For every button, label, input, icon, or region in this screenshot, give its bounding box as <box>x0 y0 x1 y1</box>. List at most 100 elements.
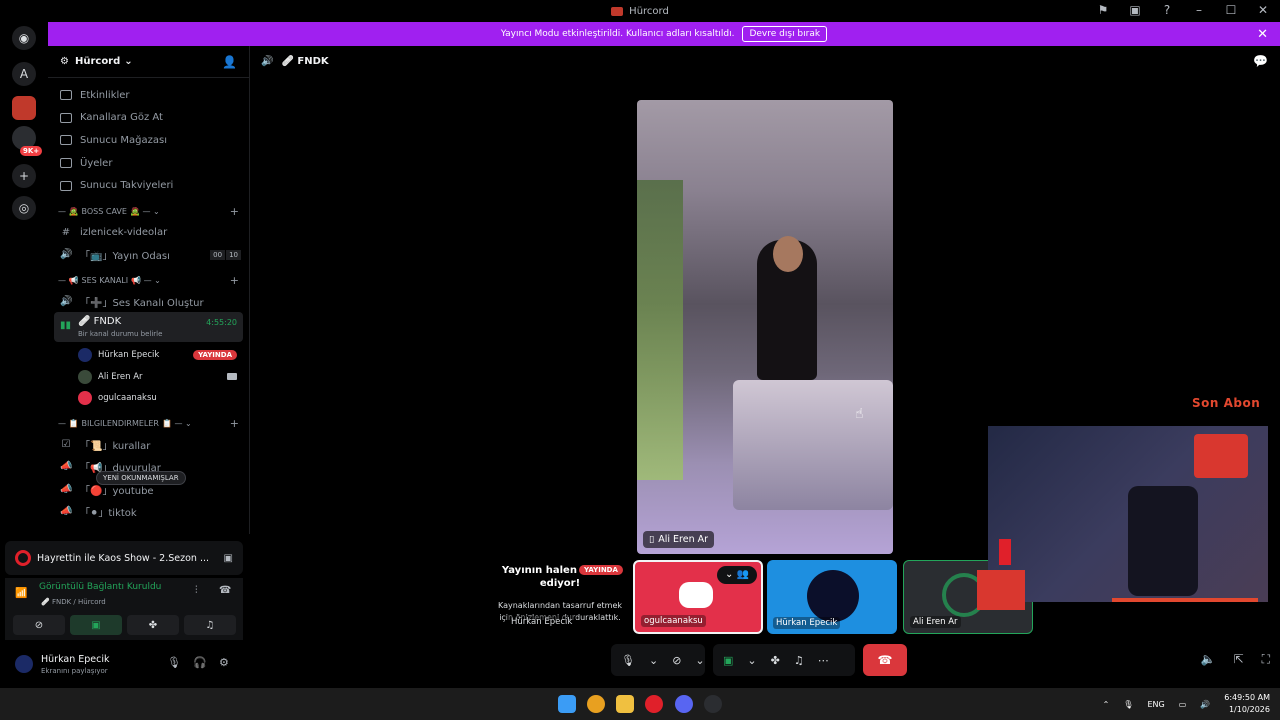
home-discord-icon[interactable]: ◉ <box>12 26 36 50</box>
channel-status[interactable]: Bir kanal durumu belirle <box>78 330 162 338</box>
connection-status[interactable]: Görüntülü Bağlantı Kuruldu <box>39 582 161 592</box>
channel-fndk-active[interactable]: ▮▮ 🩹 FNDK Bir kanal durumu belirle 4:55:… <box>54 312 243 343</box>
maximize-icon[interactable]: ☐ <box>1224 3 1238 17</box>
add-channel-icon[interactable]: + <box>230 274 239 287</box>
activity-card-icon[interactable]: ▣ <box>224 553 233 564</box>
connection-location[interactable]: 🩹 FNDK / Hürcord <box>41 598 106 606</box>
hang-up-button[interactable]: ☎ <box>863 644 907 676</box>
server-header[interactable]: ⚙ Hürcord ⌄ 👤 <box>48 46 249 78</box>
help-icon[interactable]: ? <box>1160 3 1174 17</box>
screen-share-icon[interactable]: ▣ <box>723 654 733 667</box>
channel-create-voice[interactable]: 🔊 「➕」Ses Kanalı Oluştur <box>48 290 249 313</box>
announcement-icon: 📣 <box>60 483 73 495</box>
category-ses-kanali[interactable]: — 📢 SES KANALI 📢 — ⌄ + <box>48 272 249 290</box>
clock[interactable]: 6:49:50 AM 1/10/2026 <box>1224 692 1270 716</box>
live-badge: YAYINDA <box>193 350 237 361</box>
activities-button[interactable]: ✤ <box>127 615 179 635</box>
activities-icon[interactable]: ✤ <box>771 654 780 667</box>
channel-kurallar[interactable]: ☑ 「📜」kurallar <box>48 433 249 456</box>
inbox-icon[interactable]: ▣ <box>1128 3 1142 17</box>
category-bilgilendirmeler[interactable]: — 📋 BILGILENDIRMELER 📋 — ⌄ + <box>48 415 249 433</box>
screen-share-button[interactable]: ▣ <box>70 615 122 635</box>
announcement-icon: 📣 <box>60 506 73 518</box>
aquarium-shape <box>637 180 683 480</box>
camera-off-icon[interactable]: ⊘ <box>672 654 681 667</box>
banner-close-icon[interactable]: ✕ <box>1257 27 1268 42</box>
speaker-icon: 🔊 <box>60 249 73 261</box>
menu-shop[interactable]: Sunucu Mağazası <box>48 129 249 152</box>
volume-icon[interactable]: 🔈 <box>1201 652 1216 667</box>
disable-button[interactable]: Devre dışı bırak <box>742 26 828 42</box>
chrome-icon[interactable] <box>587 695 605 713</box>
language-indicator[interactable]: ENG <box>1147 700 1164 709</box>
noise-icon[interactable]: ⫶ <box>195 585 198 596</box>
server-a[interactable]: A <box>12 62 36 86</box>
disconnect-icon[interactable]: ☎ <box>219 585 231 596</box>
server-hurcord[interactable] <box>12 96 36 120</box>
activity-title: Hayrettin ile Kaos Show - 2.Sezon ... <box>37 552 210 564</box>
opera-icon[interactable] <box>645 695 663 713</box>
channel-label: 「📜」kurallar <box>80 440 151 452</box>
voice-user[interactable]: Ali Eren Ar <box>48 366 249 388</box>
mic-icon[interactable]: 🎙 <box>621 654 635 667</box>
minimize-icon[interactable]: – <box>1192 3 1206 17</box>
flag-icon[interactable]: ⚑ <box>1096 3 1110 17</box>
new-unreads-pill[interactable]: YENİ OKUNMAMIŞLAR <box>96 471 186 485</box>
popout-icon[interactable]: ⇱ <box>1234 652 1244 667</box>
menu-events[interactable]: Etkinlikler <box>48 84 249 107</box>
menu-browse[interactable]: Kanallara Göz At <box>48 107 249 130</box>
participant-tile[interactable]: Hürkan Epecik <box>767 560 897 634</box>
chevron-down-icon[interactable]: ⌄ <box>695 654 704 667</box>
avatar <box>78 348 92 363</box>
mic-icon[interactable]: 🎙 <box>167 656 181 669</box>
channel-yayin-odasi[interactable]: 🔊 「📺」Yayın Odası 00 10 <box>48 243 249 266</box>
participant-tile[interactable]: ⌄ 👥 ogulcaanaksu <box>633 560 763 634</box>
close-icon[interactable]: ✕ <box>1256 3 1270 17</box>
channel-izlenicek[interactable]: # izlenicek-videolar <box>48 221 249 244</box>
signal-icon[interactable]: 📶 <box>15 588 29 599</box>
start-icon[interactable] <box>558 695 576 713</box>
server-a-letter: A <box>19 67 29 81</box>
title-bar: Hürcord ⚑ ▣ ? – ☐ ✕ <box>0 0 1280 22</box>
call-stage: 🔊 🩹 FNDK 💬 ▯ Ali Eren Ar ☝ Yayının halen … <box>251 46 1280 688</box>
tile-options[interactable]: ⌄ 👥 <box>717 566 757 584</box>
avatar <box>15 655 33 673</box>
add-channel-icon[interactable]: + <box>230 205 239 218</box>
chevron-up-icon[interactable]: ⌃ <box>1103 700 1110 709</box>
menu-boosts[interactable]: Sunucu Takviyeleri <box>48 174 249 197</box>
camera-icon <box>227 373 237 381</box>
more-icon[interactable]: ⋯ <box>818 654 829 667</box>
voice-user[interactable]: Hürkan Epecik YAYINDA <box>48 344 249 366</box>
fullscreen-icon[interactable]: ⛶ <box>1262 652 1270 667</box>
add-channel-icon[interactable]: + <box>230 417 239 430</box>
channel-tiktok[interactable]: 📣 「⚫」tiktok <box>48 500 249 523</box>
active-channel-name: 🩹 FNDK <box>78 316 122 328</box>
tile-label: ogulcaanaksu <box>641 615 706 627</box>
camera-off-button[interactable]: ⊘ <box>13 615 65 635</box>
volume-icon[interactable]: 🔊 <box>1200 700 1210 709</box>
settings-gear-icon[interactable]: ⚙ <box>219 656 229 669</box>
user-panel[interactable]: Hürkan Epecik Ekranını paylaşıyor 🎙 🎧 ⚙ <box>5 646 243 682</box>
chevron-down-icon[interactable]: ⌄ <box>747 654 756 667</box>
add-server-icon[interactable]: + <box>12 164 36 188</box>
chat-icon[interactable]: 💬 <box>1253 54 1268 68</box>
tile-label: Hürkan Epecik <box>773 617 841 629</box>
invite-icon[interactable]: 👤 <box>222 55 237 69</box>
soundboard-icon[interactable]: ♫ <box>794 654 804 667</box>
file-explorer-icon[interactable] <box>616 695 634 713</box>
category-boss-cave[interactable]: — 🧟 BOSS CAVE 🧟 — ⌄ + <box>48 203 249 221</box>
activity-panel[interactable]: Hayrettin ile Kaos Show - 2.Sezon ... ▣ <box>5 541 243 575</box>
headphones-icon[interactable]: 🎧 <box>193 656 207 669</box>
clock-time: 6:49:50 AM <box>1224 693 1270 702</box>
mic-icon[interactable]: 🎙 <box>1123 700 1133 709</box>
video-label-text: Ali Eren Ar <box>658 534 709 545</box>
voice-user[interactable]: ogulcaanaksu <box>48 387 249 409</box>
main-video[interactable]: ▯ Ali Eren Ar <box>637 100 893 554</box>
chevron-down-icon[interactable]: ⌄ <box>649 654 658 667</box>
discover-icon[interactable]: ◎ <box>12 196 36 220</box>
discord-icon[interactable] <box>675 695 693 713</box>
network-icon[interactable]: ▭ <box>1179 700 1187 709</box>
menu-members[interactable]: Üyeler <box>48 152 249 175</box>
app-icon[interactable] <box>704 695 722 713</box>
soundboard-button[interactable]: ♫ <box>184 615 236 635</box>
